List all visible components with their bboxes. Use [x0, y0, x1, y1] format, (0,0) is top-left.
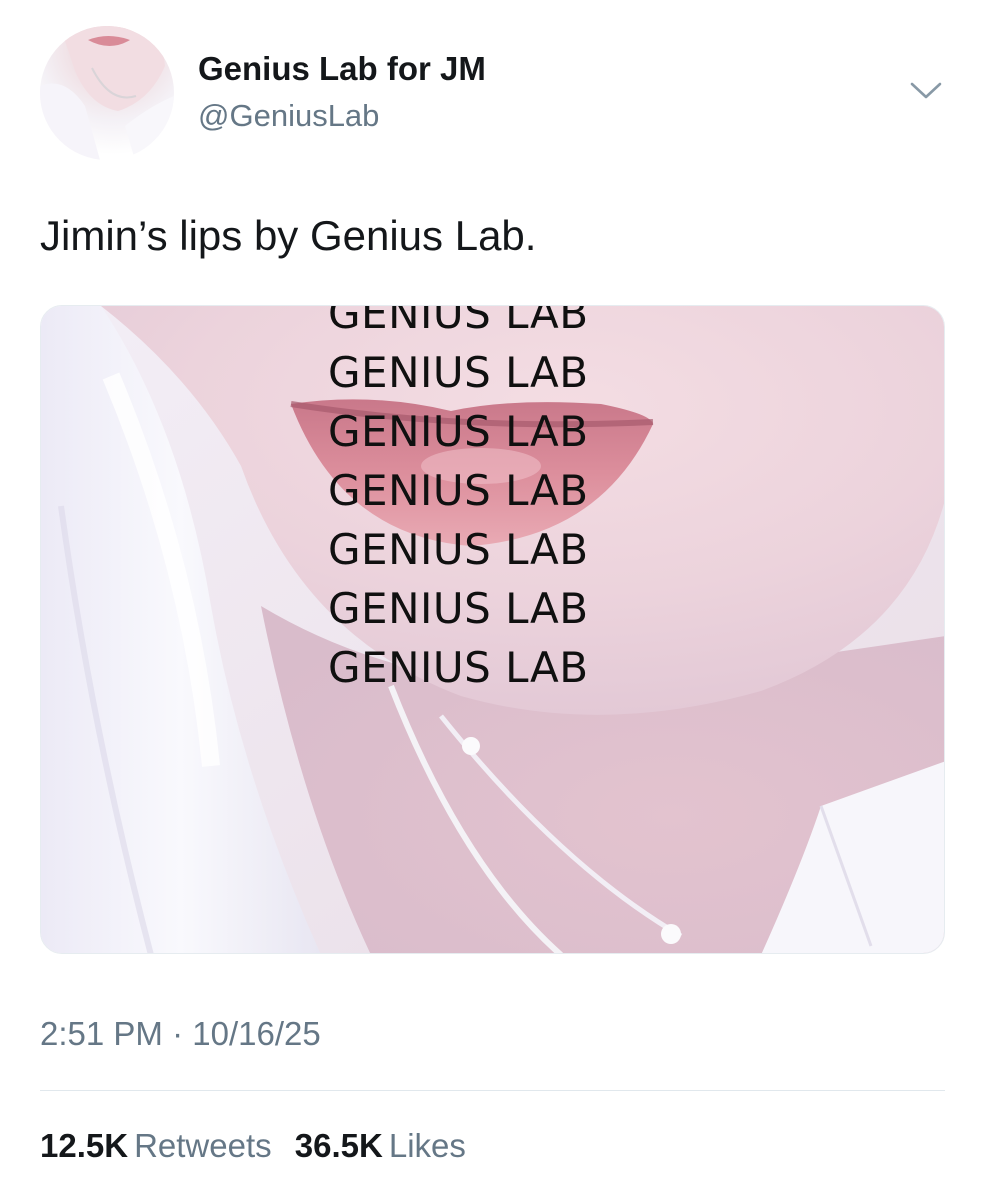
divider [40, 1090, 945, 1091]
chevron-down-icon[interactable] [906, 76, 946, 106]
likes-label: Likes [388, 1127, 466, 1164]
watermark-line: GENIUS LAB [328, 466, 589, 515]
retweets-stat[interactable]: 12.5K Retweets [40, 1127, 272, 1165]
watermark-line: GENIUS LAB [328, 348, 589, 397]
retweets-count: 12.5K [40, 1127, 129, 1164]
watermark-line: GENIUS LAB [328, 584, 589, 633]
tweet-timestamp[interactable]: 2:51 PM · 10/16/25 [40, 1015, 321, 1053]
tweet-time: 2:51 PM [40, 1015, 163, 1052]
watermark-line: GENIUS LAB [328, 643, 589, 692]
avatar[interactable] [40, 26, 174, 160]
tweet-text: Jimin’s lips by Genius Lab. [40, 212, 537, 259]
likes-count: 36.5K [294, 1127, 383, 1164]
watermark-line: GENIUS LAB [328, 407, 589, 456]
retweets-label: Retweets [134, 1127, 272, 1164]
watermark-line: GENIUS LAB [328, 525, 589, 574]
likes-stat[interactable]: 36.5K Likes [295, 1127, 466, 1165]
timestamp-separator: · [172, 1015, 184, 1052]
author-display-name[interactable]: Genius Lab for JM [198, 50, 486, 88]
tweet-date: 10/16/25 [192, 1015, 321, 1052]
tweet-stats: 12.5K Retweets 36.5K Likes [40, 1127, 480, 1165]
watermark-line: GENIUS LAB [328, 305, 589, 338]
watermark-text-stack: GENIUS LAB GENIUS LAB GENIUS LAB GENIUS … [328, 305, 648, 697]
author-handle[interactable]: @GeniusLab [198, 98, 379, 134]
tweet-media-image[interactable]: GENIUS LAB GENIUS LAB GENIUS LAB GENIUS … [40, 305, 945, 954]
